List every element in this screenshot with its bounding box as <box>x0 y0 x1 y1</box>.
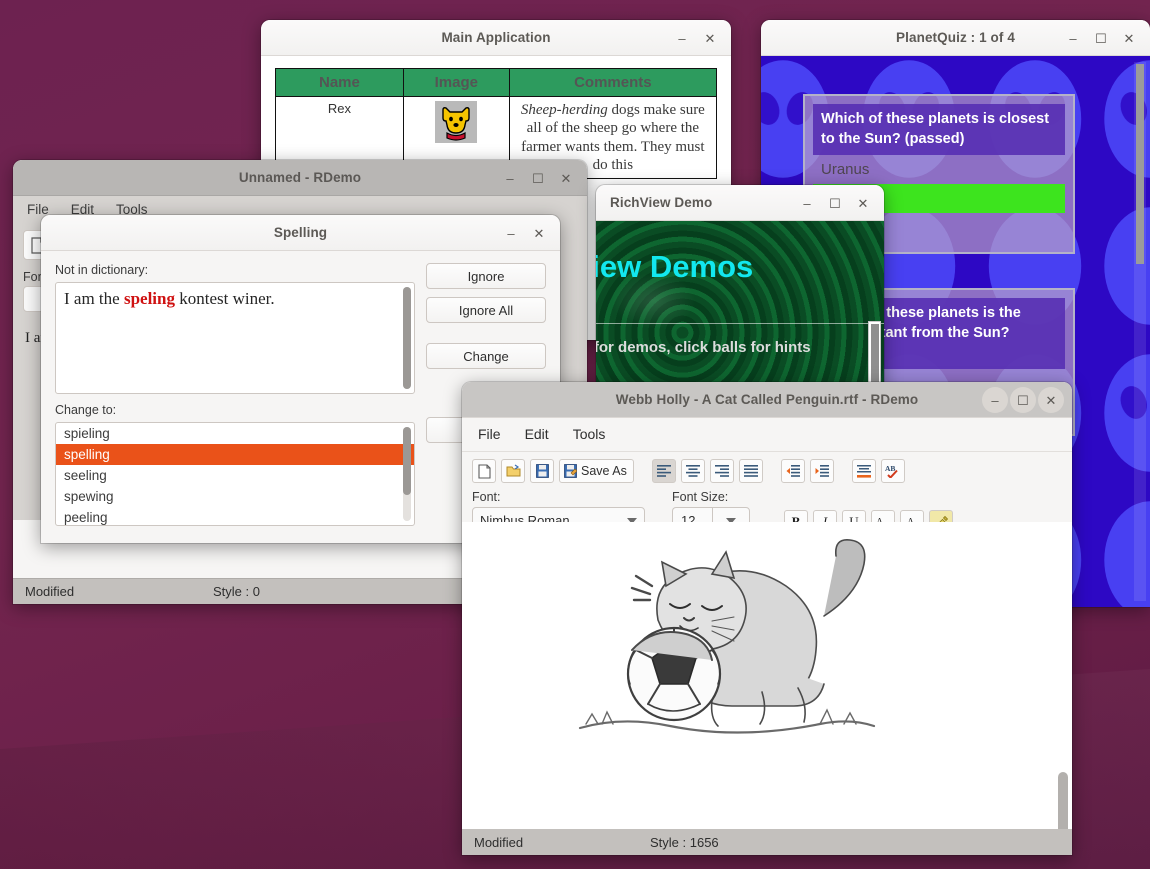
save-as-button[interactable]: Save As <box>559 459 634 483</box>
column-header-name: Name <box>276 69 404 97</box>
comment-italic: Sheep-herding <box>521 102 608 118</box>
richview-subheading: click links for demos, click balls for h… <box>596 339 811 356</box>
paragraph-style-icon[interactable] <box>852 459 876 483</box>
close-icon[interactable]: ✕ <box>850 190 876 216</box>
close-icon[interactable]: ✕ <box>1038 387 1064 413</box>
menubar-rdemo-penguin: File Edit Tools <box>462 418 1072 452</box>
quiz-option-uranus[interactable]: Uranus <box>813 155 1065 184</box>
ignore-all-button[interactable]: Ignore All <box>426 297 546 323</box>
pencil-sketch-cat-with-football <box>562 532 892 752</box>
indent-icon[interactable] <box>810 459 834 483</box>
richview-divider <box>596 323 884 324</box>
textbox-scrollbar[interactable] <box>403 287 411 389</box>
minimize-icon[interactable]: – <box>498 220 524 246</box>
status-modified: Modified <box>13 584 213 599</box>
misspelled-word: speling <box>124 289 175 308</box>
window-buttons: – ✕ <box>669 20 723 56</box>
close-icon[interactable]: ✕ <box>697 25 723 51</box>
window-buttons: – ✕ <box>498 215 552 251</box>
sentence-before: I am the <box>64 289 124 308</box>
window-buttons: – ☐ ✕ <box>982 382 1064 418</box>
column-header-comments: Comments <box>509 69 716 97</box>
svg-text:AB: AB <box>885 464 895 473</box>
window-buttons: – ☐ ✕ <box>497 160 579 196</box>
menu-edit[interactable]: Edit <box>525 426 549 442</box>
list-scrollbar[interactable] <box>403 427 411 521</box>
new-document-icon[interactable] <box>472 459 496 483</box>
titlebar-richview-demo[interactable]: RichView Demo – ☐ ✕ <box>596 185 884 221</box>
window-title: Spelling <box>41 225 560 240</box>
statusbar-rdemo-penguin: Modified Style : 1656 <box>462 829 1072 855</box>
window-buttons: – ☐ ✕ <box>1060 20 1142 56</box>
minimize-icon[interactable]: – <box>794 190 820 216</box>
minimize-icon[interactable]: – <box>497 165 523 191</box>
suggestion-item[interactable]: seeling <box>56 465 414 486</box>
suggestion-item[interactable]: peeling <box>56 507 414 526</box>
open-folder-icon[interactable] <box>501 459 525 483</box>
quiz-scrollbar[interactable] <box>1134 62 1146 601</box>
toolbar-rdemo-penguin: Save As AB <box>462 452 1072 483</box>
outdent-icon[interactable] <box>781 459 805 483</box>
align-justify-icon[interactable] <box>739 459 763 483</box>
status-style: Style : 1656 <box>650 835 719 850</box>
maximize-icon[interactable]: ☐ <box>1010 387 1036 413</box>
align-left-icon[interactable] <box>652 459 676 483</box>
minimize-icon[interactable]: – <box>982 387 1008 413</box>
titlebar-rdemo-penguin[interactable]: Webb Holly - A Cat Called Penguin.rtf - … <box>462 382 1072 418</box>
status-modified: Modified <box>462 835 650 850</box>
status-style: Style : 0 <box>213 584 260 599</box>
titlebar-planet-quiz[interactable]: PlanetQuiz : 1 of 4 – ☐ ✕ <box>761 20 1150 56</box>
minimize-icon[interactable]: – <box>1060 25 1086 51</box>
dog-face-icon <box>435 101 477 143</box>
richview-heading: RichView Demos <box>596 249 753 285</box>
save-disk-icon[interactable] <box>530 459 554 483</box>
titlebar-spelling[interactable]: Spelling – ✕ <box>41 215 560 251</box>
suggestion-item[interactable]: spewing <box>56 486 414 507</box>
suggestion-item-selected[interactable]: spelling <box>56 444 414 465</box>
titlebar-rdemo-unnamed[interactable]: Unnamed - RDemo – ☐ ✕ <box>13 160 587 196</box>
menu-tools[interactable]: Tools <box>573 426 606 442</box>
window-title: Webb Holly - A Cat Called Penguin.rtf - … <box>462 392 1072 407</box>
maximize-icon[interactable]: ☐ <box>1088 25 1114 51</box>
sentence-after: kontest winer. <box>175 289 275 308</box>
ignore-button[interactable]: Ignore <box>426 263 546 289</box>
align-center-icon[interactable] <box>681 459 705 483</box>
suggestion-item[interactable]: spieling <box>56 423 414 444</box>
window-title: Main Application <box>261 30 731 45</box>
spellcheck-abc-icon[interactable]: AB <box>881 459 905 483</box>
maximize-icon[interactable]: ☐ <box>822 190 848 216</box>
font-size-label: Font Size: <box>672 490 750 504</box>
close-icon[interactable]: ✕ <box>1116 25 1142 51</box>
table-header-row: Name Image Comments <box>276 69 717 97</box>
not-in-dictionary-textbox[interactable]: I am the speling kontest winer. <box>55 282 415 394</box>
maximize-icon[interactable]: ☐ <box>525 165 551 191</box>
align-right-icon[interactable] <box>710 459 734 483</box>
suggestions-list[interactable]: spieling spelling seeling spewing peelin… <box>55 422 415 526</box>
window-buttons: – ☐ ✕ <box>794 185 876 221</box>
quiz-question-prompt: Which of these planets is closest to the… <box>813 104 1065 155</box>
font-label: Font: <box>472 490 645 504</box>
column-header-image: Image <box>403 69 509 97</box>
save-as-label: Save As <box>581 464 627 478</box>
change-button[interactable]: Change <box>426 343 546 369</box>
close-icon[interactable]: ✕ <box>526 220 552 246</box>
minimize-icon[interactable]: – <box>669 25 695 51</box>
document-scrollbar[interactable] <box>1057 522 1069 829</box>
menu-file[interactable]: File <box>478 426 501 442</box>
document-area[interactable]: Then Penguin disappeared that night, and… <box>462 522 1072 829</box>
titlebar-main-application[interactable]: Main Application – ✕ <box>261 20 731 56</box>
close-icon[interactable]: ✕ <box>553 165 579 191</box>
window-rdemo-penguin[interactable]: Webb Holly - A Cat Called Penguin.rtf - … <box>462 382 1072 855</box>
